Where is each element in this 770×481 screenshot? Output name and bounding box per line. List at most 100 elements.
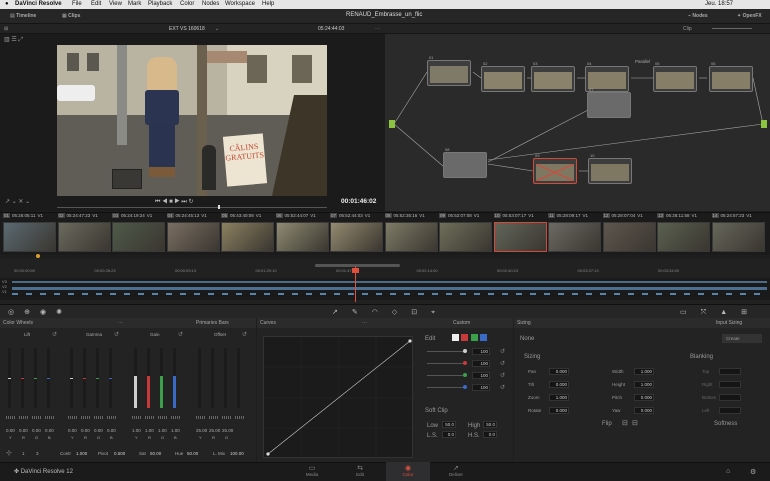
node-06[interactable]: 06 <box>709 61 753 92</box>
playhead-handle[interactable] <box>352 268 359 273</box>
reset-icon[interactable]: ↺ <box>500 360 505 367</box>
page-tab-media[interactable]: ▭ Media <box>290 462 334 481</box>
apple-icon[interactable]: ● <box>5 1 9 7</box>
wheel-channel-slider[interactable] <box>109 348 112 408</box>
wheel-channel-slider[interactable] <box>147 348 150 408</box>
intensity-handle[interactable] <box>463 385 467 389</box>
intensity-handle[interactable] <box>463 373 467 377</box>
page-1-button[interactable]: 1 <box>22 451 25 456</box>
zoom-input[interactable]: 1.000 <box>549 394 569 401</box>
wheel-value[interactable]: 1.00 <box>158 428 167 433</box>
more-options-icon[interactable]: ⋯ <box>118 320 123 326</box>
sizing-preset[interactable]: None <box>520 336 534 342</box>
clip-thumbnail[interactable] <box>3 222 56 252</box>
menu-nodes[interactable]: Nodes <box>202 1 219 7</box>
reset-wheel-icon[interactable]: ↺ <box>114 331 119 338</box>
wheel-channel-slider[interactable] <box>96 348 99 408</box>
flip-vertical-icon[interactable]: ⊟ <box>632 419 638 427</box>
transport-controls[interactable]: ⏮ ◀ ■ ▶ ⏭ ↻ <box>155 198 194 206</box>
wheels-mode-selector[interactable]: Primaries Bars <box>196 320 229 326</box>
intensity-slider[interactable] <box>427 375 465 376</box>
zoom-slider[interactable] <box>712 28 752 29</box>
viewer-tools[interactable]: ↗ ⌄ ✕ ⌄ <box>5 198 30 205</box>
intensity-slider[interactable] <box>427 363 465 364</box>
wheel-channel-slider[interactable] <box>70 348 73 408</box>
node-08[interactable]: 08 <box>443 147 487 178</box>
menu-playback[interactable]: Playback <box>148 1 172 7</box>
jog-wheel[interactable] <box>94 416 104 419</box>
saturation-input[interactable]: 50.00 <box>150 451 161 456</box>
wheel-channel-slider[interactable] <box>34 348 37 408</box>
blanking-top-input[interactable] <box>719 368 741 375</box>
jog-wheel[interactable] <box>209 416 219 419</box>
timeline-button[interactable]: ▤ Timeline <box>10 13 36 19</box>
page-tab-deliver[interactable]: ➚ Deliver <box>434 462 478 481</box>
clip-thumbnail[interactable] <box>166 222 220 252</box>
jog-wheel[interactable] <box>6 416 16 419</box>
ls-input[interactable]: 0.0 <box>442 431 456 438</box>
clip-thumbnail[interactable] <box>57 222 111 252</box>
curves-mode-selector[interactable]: Custom <box>453 320 470 326</box>
clip-thumbnail[interactable] <box>657 222 710 252</box>
wheel-value[interactable]: 25.00 <box>196 428 207 433</box>
mini-timeline[interactable]: 00:00:00:00 00:00:26:23 00:00:53:13 00:01:2… <box>0 258 770 304</box>
intensity-handle[interactable] <box>463 349 467 353</box>
wheel-channel-slider[interactable] <box>224 348 227 408</box>
clip-thumbnail[interactable] <box>711 222 765 252</box>
blanking-left-input[interactable] <box>719 407 741 414</box>
intensity-input[interactable]: 100 <box>472 360 490 367</box>
menu-workspace[interactable]: Workspace <box>225 1 255 7</box>
menu-view[interactable]: View <box>109 1 122 7</box>
flip-horizontal-icon[interactable]: ⊟ <box>622 419 628 427</box>
node-07[interactable]: 07 <box>587 87 631 118</box>
create-preset-button[interactable]: Create <box>722 334 762 343</box>
jog-wheel[interactable] <box>68 416 78 419</box>
hs-input[interactable]: 0.0 <box>483 431 497 438</box>
reset-icon[interactable]: ↺ <box>500 384 505 391</box>
intensity-handle[interactable] <box>463 361 467 365</box>
pivot-input[interactable]: 0.500 <box>114 451 125 456</box>
clip-thumbnail[interactable] <box>493 222 547 252</box>
contrast-input[interactable]: 1.000 <box>76 451 87 456</box>
palette-center-icons[interactable]: ↗✎◠◇⊡⌖ <box>332 308 449 317</box>
fit-icon[interactable]: ⊞ <box>4 26 8 32</box>
reset-icon[interactable]: ↺ <box>500 348 505 355</box>
wheel-value[interactable]: 25.00 <box>209 428 220 433</box>
nodes-button[interactable]: ⌁ Nodes <box>688 13 708 19</box>
node-02[interactable]: 02 <box>481 61 525 92</box>
wheel-value[interactable]: 0.00 <box>81 428 90 433</box>
clip-thumbnail[interactable] <box>330 222 383 252</box>
wheel-value[interactable]: 1.00 <box>145 428 154 433</box>
rotate-input[interactable]: 0.000 <box>549 407 569 414</box>
node-05[interactable]: 05 <box>653 61 697 92</box>
settings-icon[interactable]: ⚙ <box>750 468 756 476</box>
wheel-value[interactable]: 0.00 <box>68 428 77 433</box>
page-tab-color[interactable]: ◉ Color <box>386 462 430 481</box>
low-input[interactable]: 50.0 <box>442 421 456 428</box>
high-input[interactable]: 50.0 <box>483 421 497 428</box>
hue-input[interactable]: 50.00 <box>187 451 198 456</box>
menu-help[interactable]: Help <box>262 1 274 7</box>
wheel-channel-slider[interactable] <box>237 348 240 408</box>
wheel-channel-slider[interactable] <box>173 348 176 408</box>
jog-wheel[interactable] <box>158 416 168 419</box>
jog-wheel[interactable] <box>235 416 245 419</box>
yaw-input[interactable]: 0.000 <box>634 407 654 414</box>
intensity-input[interactable]: 100 <box>472 384 490 391</box>
intensity-input[interactable]: 100 <box>472 348 490 355</box>
menu-app-name[interactable]: DaVinci Resolve <box>15 1 62 7</box>
pitch-input[interactable]: 0.000 <box>634 394 654 401</box>
reset-wheel-icon[interactable]: ↺ <box>52 331 57 338</box>
clip-thumbnail[interactable] <box>384 222 438 252</box>
width-input[interactable]: 1.000 <box>634 368 654 375</box>
jog-wheel[interactable] <box>107 416 117 419</box>
wheel-value[interactable]: 0.00 <box>45 428 54 433</box>
more-options-icon[interactable]: ⋯ <box>362 320 367 326</box>
jog-wheel[interactable] <box>171 416 181 419</box>
jog-wheel[interactable] <box>32 416 42 419</box>
wheel-value[interactable]: 1.00 <box>171 428 180 433</box>
viewer-scrubber[interactable] <box>57 207 327 208</box>
page-2-button[interactable]: 3 <box>36 451 39 456</box>
jog-wheel[interactable] <box>145 416 155 419</box>
page-tab-edit[interactable]: ⇆ Edit <box>338 462 382 481</box>
